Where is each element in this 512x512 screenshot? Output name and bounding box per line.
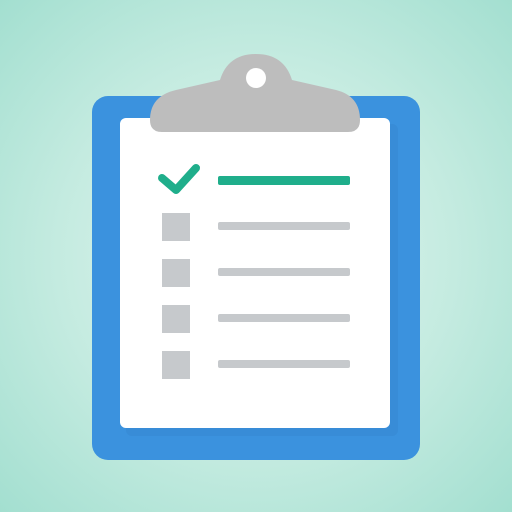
completed-task-line xyxy=(218,176,350,185)
task-line xyxy=(218,314,350,322)
app-icon-canvas xyxy=(0,0,512,512)
task-line xyxy=(218,268,350,276)
checkbox-icon xyxy=(162,305,190,333)
checkbox-icon xyxy=(162,259,190,287)
clip-icon xyxy=(150,54,360,132)
clipboard-checklist-icon xyxy=(92,54,420,460)
checkbox-icon xyxy=(162,351,190,379)
task-line xyxy=(218,360,350,368)
task-line xyxy=(218,222,350,230)
checkbox-icon xyxy=(162,213,190,241)
